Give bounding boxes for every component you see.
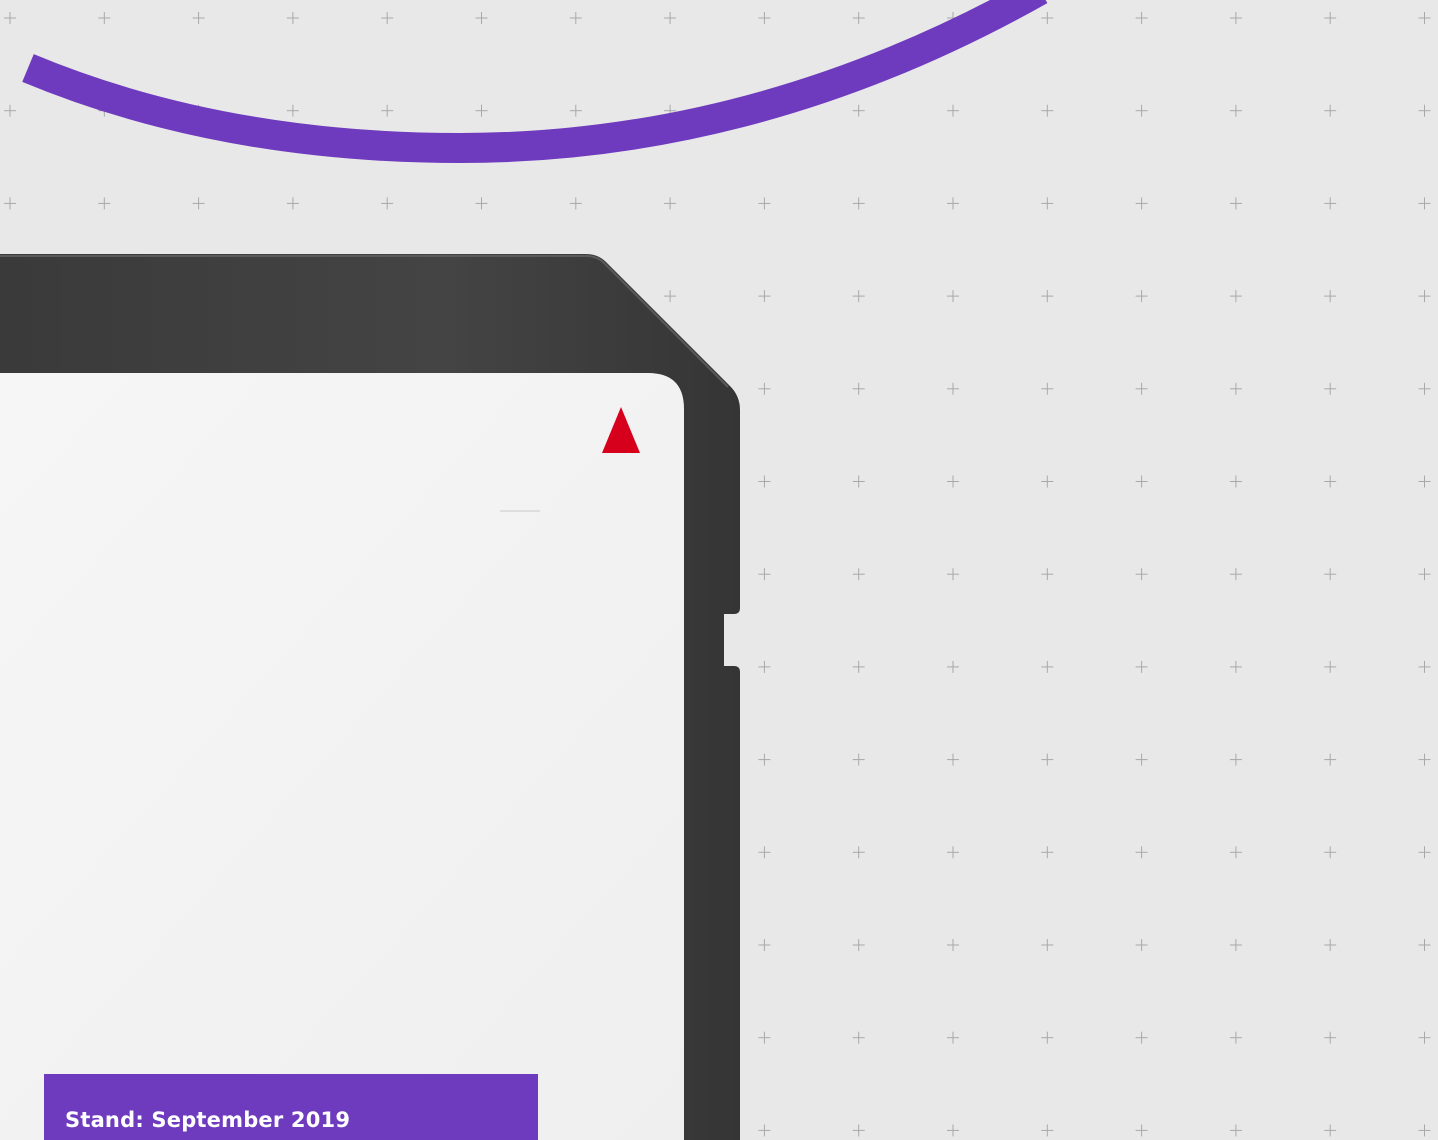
date-label-box: Stand: September 2019 [44, 1074, 538, 1140]
plus-grid-background [0, 0, 1438, 1140]
date-label: Stand: September 2019 [65, 1108, 351, 1132]
